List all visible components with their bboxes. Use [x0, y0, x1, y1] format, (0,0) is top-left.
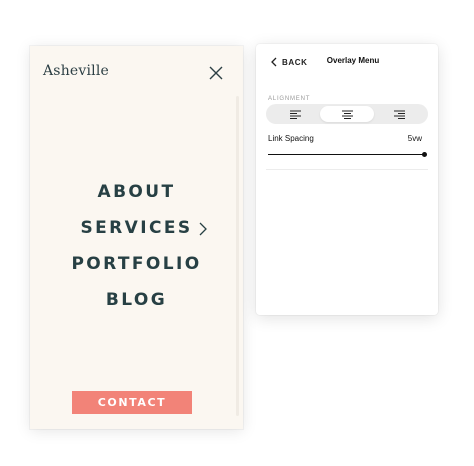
overlay-menu-settings-panel: BACK Overlay Menu ALIGNMENT Link Spacing… [256, 44, 438, 315]
divider [266, 169, 428, 170]
panel-header: BACK Overlay Menu [256, 44, 438, 78]
alignment-label: ALIGNMENT [268, 96, 311, 102]
slider-thumb[interactable] [422, 152, 427, 157]
link-spacing-slider[interactable] [268, 150, 427, 160]
close-icon[interactable] [208, 65, 224, 81]
menu-item-blog[interactable]: BLOG [106, 282, 167, 318]
menu-item-label: BLOG [105, 290, 168, 310]
link-spacing-label: Link Spacing [268, 134, 314, 143]
chevron-left-icon [271, 57, 277, 67]
chevron-right-icon [200, 222, 208, 236]
align-center-option[interactable] [320, 106, 374, 122]
mobile-overlay-preview: Asheville ABOUT SERVICES PORTFOLIO BLOG … [30, 46, 243, 429]
slider-fill [268, 154, 424, 155]
back-button[interactable]: BACK [270, 55, 308, 69]
align-center-icon [341, 110, 353, 119]
menu-item-about[interactable]: ABOUT [98, 174, 176, 210]
align-left-option[interactable] [268, 106, 322, 122]
overlay-menu-links: ABOUT SERVICES PORTFOLIO BLOG [30, 174, 243, 318]
menu-item-label: ABOUT [97, 182, 176, 202]
menu-item-services[interactable]: SERVICES [80, 210, 208, 246]
link-spacing-value: 5vw [407, 134, 422, 143]
align-left-icon [289, 110, 301, 119]
menu-item-label: PORTFOLIO [71, 254, 202, 274]
menu-item-portfolio[interactable]: PORTFOLIO [71, 246, 201, 282]
back-label: BACK [282, 57, 308, 67]
align-right-icon [393, 110, 405, 119]
preview-scrollbar[interactable] [236, 96, 239, 416]
panel-title: Overlay Menu [326, 56, 380, 65]
menu-item-label: SERVICES [80, 218, 193, 238]
site-logo[interactable]: Asheville [43, 63, 109, 79]
align-right-option[interactable] [372, 106, 426, 122]
contact-button[interactable]: CONTACT [72, 391, 192, 414]
alignment-segmented-control [266, 104, 428, 124]
